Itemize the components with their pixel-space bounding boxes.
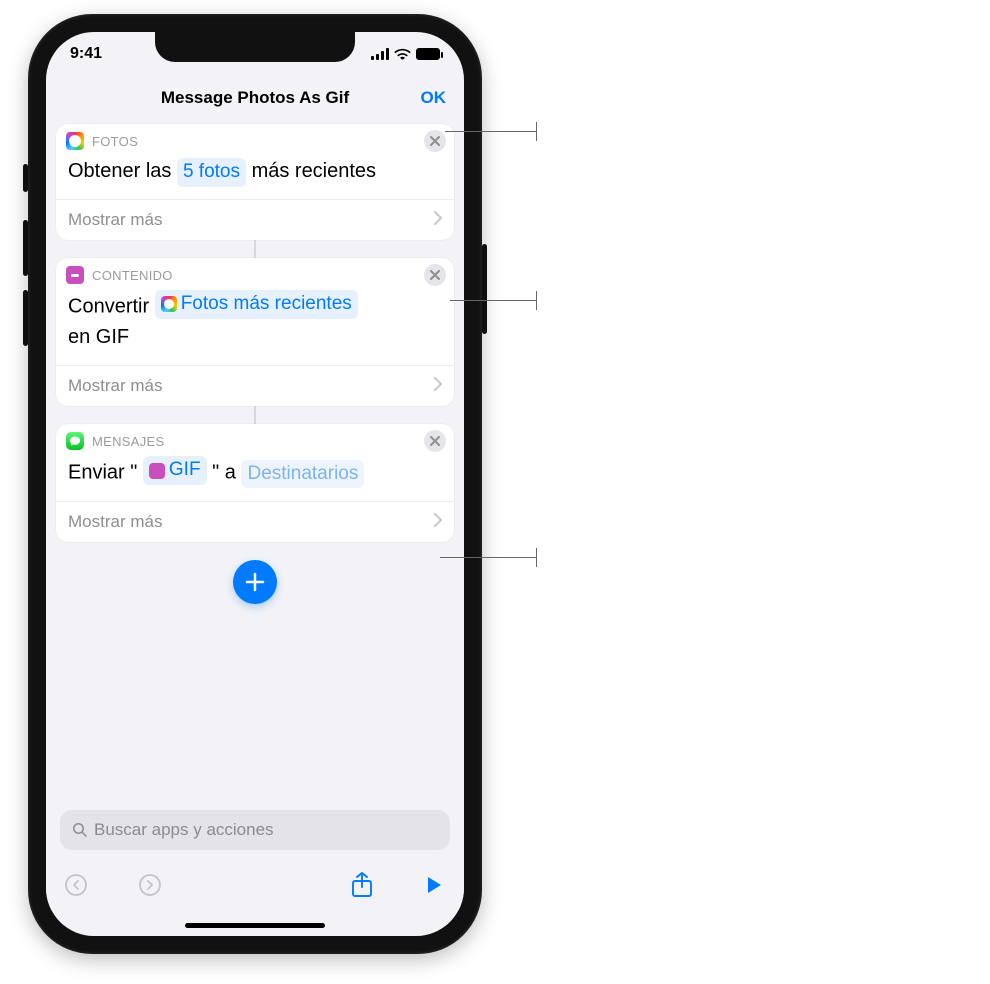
volume-down-button	[23, 290, 28, 346]
variable-gif[interactable]: GIF	[143, 456, 207, 485]
action-category: MENSAJES	[92, 434, 164, 449]
close-icon	[430, 436, 440, 446]
share-button[interactable]	[348, 871, 376, 899]
run-button[interactable]	[420, 871, 448, 899]
redo-icon	[138, 873, 162, 897]
action-category: FOTOS	[92, 134, 138, 149]
show-more-label: Mostrar más	[68, 512, 162, 532]
show-more-row[interactable]: Mostrar más	[56, 199, 454, 240]
action-connector	[254, 240, 256, 258]
annotation-line	[445, 131, 537, 132]
close-icon	[430, 136, 440, 146]
messages-app-icon	[66, 432, 84, 450]
annotation-line	[440, 557, 537, 558]
show-more-row[interactable]: Mostrar más	[56, 365, 454, 406]
action-summary: Convertir Fotos más recientes en GIF	[56, 286, 454, 365]
add-action-button[interactable]	[233, 560, 277, 604]
content-app-icon	[66, 266, 84, 284]
action-connector	[254, 406, 256, 424]
show-more-label: Mostrar más	[68, 376, 162, 396]
undo-icon	[64, 873, 88, 897]
ok-button[interactable]: OK	[421, 88, 447, 108]
action-card-photos[interactable]: FOTOS Obtener las 5 fotos más recientes …	[56, 124, 454, 240]
cellular-signal-icon	[371, 48, 389, 60]
action-card-content[interactable]: CONTENIDO Convertir Fotos más recientes …	[56, 258, 454, 406]
redo-button[interactable]	[136, 871, 164, 899]
chevron-right-icon	[434, 512, 442, 532]
delete-action-button[interactable]	[424, 430, 446, 452]
action-text: " a	[212, 462, 241, 484]
recipients-parameter[interactable]: Destinatarios	[241, 460, 364, 489]
action-summary: Obtener las 5 fotos más recientes	[56, 152, 454, 199]
action-text: Convertir	[68, 295, 155, 317]
search-icon	[72, 822, 88, 838]
share-icon	[351, 872, 373, 898]
action-category: CONTENIDO	[92, 268, 173, 283]
navigation-bar: Message Photos As Gif OK	[46, 76, 464, 120]
wifi-icon	[394, 48, 411, 60]
variable-recent-photos[interactable]: Fotos más recientes	[155, 290, 358, 319]
undo-button[interactable]	[62, 871, 90, 899]
status-time: 9:41	[70, 45, 102, 63]
action-card-messages[interactable]: MENSAJES Enviar " GIF " a Destinatarios	[56, 424, 454, 541]
content-variable-icon	[149, 463, 165, 479]
show-more-label: Mostrar más	[68, 210, 162, 230]
phone-frame: 9:41 Message Photos As Gif OK	[28, 14, 482, 954]
photos-variable-icon	[161, 296, 177, 312]
show-more-row[interactable]: Mostrar más	[56, 501, 454, 542]
action-summary: Enviar " GIF " a Destinatarios	[56, 452, 454, 500]
play-icon	[426, 876, 442, 894]
volume-up-button	[23, 220, 28, 276]
battery-icon	[416, 48, 440, 60]
action-text: en GIF	[68, 326, 129, 348]
close-icon	[430, 270, 440, 280]
search-placeholder: Buscar apps y acciones	[94, 820, 274, 840]
photos-app-icon	[66, 132, 84, 150]
actions-list: FOTOS Obtener las 5 fotos más recientes …	[46, 120, 464, 604]
shortcut-title: Message Photos As Gif	[161, 88, 349, 108]
chevron-right-icon	[434, 376, 442, 396]
home-indicator	[185, 923, 325, 928]
mute-switch	[23, 164, 28, 192]
screen: 9:41 Message Photos As Gif OK	[46, 32, 464, 936]
delete-action-button[interactable]	[424, 130, 446, 152]
chevron-right-icon	[434, 210, 442, 230]
plus-icon	[245, 572, 265, 592]
toolbar	[46, 860, 464, 910]
action-text: más recientes	[252, 160, 377, 182]
photo-count-parameter[interactable]: 5 fotos	[177, 158, 246, 187]
action-text: Obtener las	[68, 160, 177, 182]
annotation-line	[450, 300, 537, 301]
search-field[interactable]: Buscar apps y acciones	[60, 810, 450, 850]
notch	[155, 32, 355, 62]
delete-action-button[interactable]	[424, 264, 446, 286]
side-button	[482, 244, 487, 334]
action-text: Enviar "	[68, 462, 143, 484]
